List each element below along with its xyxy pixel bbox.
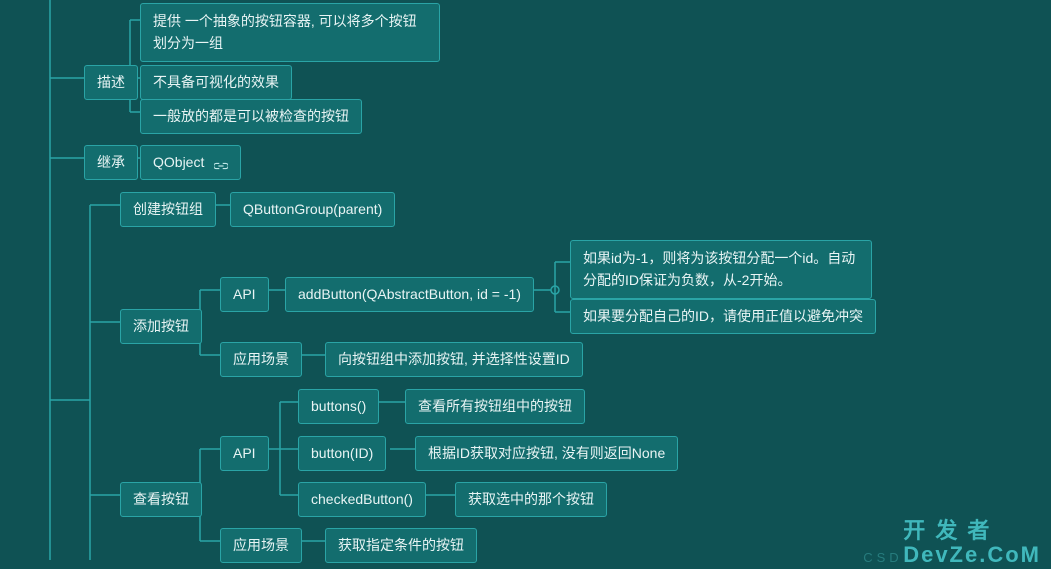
api-checked-desc[interactable]: 获取选中的那个按钮 (455, 482, 607, 517)
create-label[interactable]: 创建按钮组 (120, 192, 216, 227)
create-value[interactable]: QButtonGroup(parent) (230, 192, 395, 227)
desc-label[interactable]: 描述 (84, 65, 138, 100)
desc-item-2[interactable]: 不具备可视化的效果 (140, 65, 292, 100)
view-api-label[interactable]: API (220, 436, 269, 471)
link-icon (214, 157, 228, 169)
view-label[interactable]: 查看按钮 (120, 482, 202, 517)
inherit-label[interactable]: 继承 (84, 145, 138, 180)
inherit-text: QObject (153, 154, 204, 170)
watermark-sub: CSD (863, 551, 902, 565)
view-scene-value[interactable]: 获取指定条件的按钮 (325, 528, 477, 563)
add-scene-value[interactable]: 向按钮组中添加按钮, 并选择性设置ID (325, 342, 583, 377)
watermark-line1: 开 发 者 (903, 519, 1041, 543)
api-checked[interactable]: checkedButton() (298, 482, 426, 517)
add-scene-label[interactable]: 应用场景 (220, 342, 302, 377)
add-note-2[interactable]: 如果要分配自己的ID，请使用正值以避免冲突 (570, 299, 876, 334)
inherit-value[interactable]: QObject (140, 145, 241, 180)
api-buttons-desc[interactable]: 查看所有按钮组中的按钮 (405, 389, 585, 424)
watermark: 开 发 者 DevZe.CoM CSD (903, 519, 1041, 567)
api-button-id[interactable]: button(ID) (298, 436, 386, 471)
api-button-id-desc[interactable]: 根据ID获取对应按钮, 没有则返回None (415, 436, 678, 471)
desc-item-1[interactable]: 提供 一个抽象的按钮容器, 可以将多个按钮划分为一组 (140, 3, 440, 62)
watermark-line2: DevZe.CoM (903, 543, 1041, 567)
view-scene-label[interactable]: 应用场景 (220, 528, 302, 563)
add-api-label[interactable]: API (220, 277, 269, 312)
add-api-value[interactable]: addButton(QAbstractButton, id = -1) (285, 277, 534, 312)
add-note-1[interactable]: 如果id为-1，则将为该按钮分配一个id。自动分配的ID保证为负数，从-2开始。 (570, 240, 872, 299)
api-buttons[interactable]: buttons() (298, 389, 379, 424)
add-label[interactable]: 添加按钮 (120, 309, 202, 344)
desc-item-3[interactable]: 一般放的都是可以被检查的按钮 (140, 99, 362, 134)
